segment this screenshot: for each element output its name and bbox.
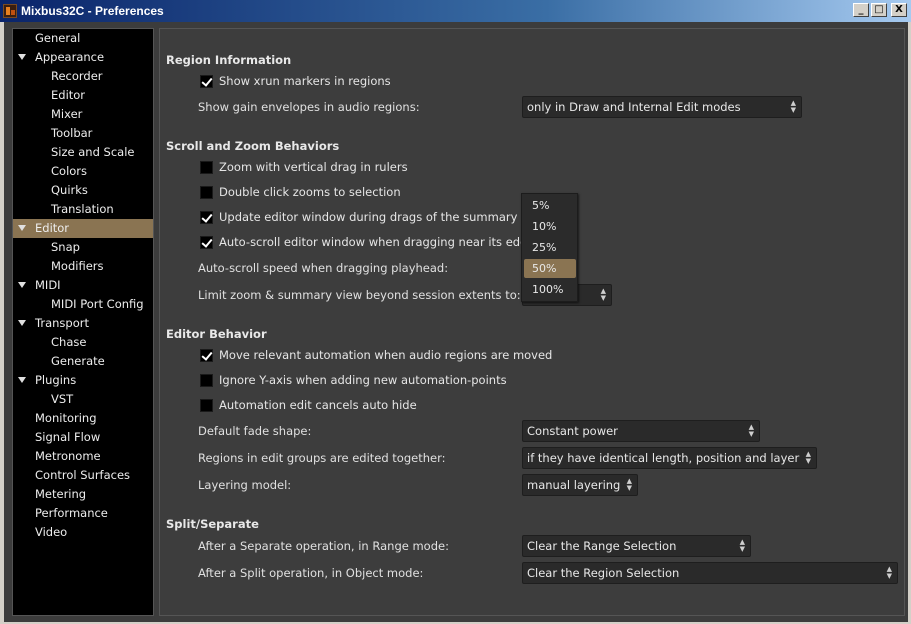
double-click-zoom-checkbox[interactable]: [200, 185, 213, 199]
show-xrun-checkbox[interactable]: [200, 74, 213, 88]
move-automation-checkbox[interactable]: [200, 348, 213, 362]
sidebar-item-editor[interactable]: Editor: [13, 219, 153, 238]
expand-arrow-icon[interactable]: [18, 377, 26, 383]
updown-arrows-icon: ▲ ▼: [790, 99, 796, 114]
auto-scroll-option[interactable]: Auto-scroll editor window when dragging …: [200, 234, 527, 250]
sidebar-item-quirks[interactable]: Quirks: [13, 181, 153, 200]
sidebar-item-plugins[interactable]: Plugins: [13, 371, 153, 390]
section-title-scroll-zoom: Scroll and Zoom Behaviors: [166, 139, 340, 153]
move-automation-option[interactable]: Move relevant automation when audio regi…: [200, 347, 552, 363]
window-title: Mixbus32C - Preferences: [21, 4, 164, 18]
speed-option-100[interactable]: 100%: [524, 280, 576, 299]
layering-select[interactable]: manual layering ▲ ▼: [522, 474, 638, 496]
section-title-split-separate: Split/Separate: [166, 517, 259, 531]
gain-envelopes-select[interactable]: only in Draw and Internal Edit modes ▲ ▼: [522, 96, 802, 118]
edit-groups-select[interactable]: if they have identical length, position …: [522, 447, 817, 469]
auto-scroll-checkbox[interactable]: [200, 235, 213, 249]
speed-option-5[interactable]: 5%: [524, 196, 576, 215]
sidebar-item-vst[interactable]: VST: [13, 390, 153, 409]
sidebar-item-generate[interactable]: Generate: [13, 352, 153, 371]
window-controls: _ □ X: [853, 3, 907, 17]
default-fade-select[interactable]: Constant power ▲ ▼: [522, 420, 760, 442]
sidebar-item-midi[interactable]: MIDI: [13, 276, 153, 295]
sidebar-item-midi-port-config[interactable]: MIDI Port Config: [13, 295, 153, 314]
sidebar-item-translation[interactable]: Translation: [13, 200, 153, 219]
sidebar-item-metering[interactable]: Metering: [13, 485, 153, 504]
zoom-vertical-drag-checkbox[interactable]: [200, 160, 213, 174]
split-object-select[interactable]: Clear the Region Selection ▲ ▼: [522, 562, 898, 584]
edit-groups-label: Regions in edit groups are edited togeth…: [198, 451, 446, 465]
updown-arrows-icon: ▲ ▼: [886, 565, 892, 580]
automation-edit-hide-checkbox[interactable]: [200, 398, 213, 412]
sidebar-item-signal-flow[interactable]: Signal Flow: [13, 428, 153, 447]
ignore-y-axis-checkbox[interactable]: [200, 373, 213, 387]
separate-range-label: After a Separate operation, in Range mod…: [198, 539, 449, 553]
sidebar-item-snap[interactable]: Snap: [13, 238, 153, 257]
section-title-region-information: Region Information: [166, 53, 292, 67]
limit-zoom-label: Limit zoom & summary view beyond session…: [198, 288, 521, 302]
ignore-y-axis-label: Ignore Y-axis when adding new automation…: [219, 373, 507, 387]
expand-arrow-icon[interactable]: [18, 320, 26, 326]
show-xrun-option[interactable]: Show xrun markers in regions: [200, 73, 391, 89]
sidebar-item-size-and-scale[interactable]: Size and Scale: [13, 143, 153, 162]
updown-arrows-icon: ▲ ▼: [626, 477, 632, 492]
speed-option-50[interactable]: 50%: [524, 259, 576, 278]
sidebar-item-general[interactable]: General: [13, 29, 153, 48]
automation-edit-hide-option[interactable]: Automation edit cancels auto hide: [200, 397, 417, 413]
double-click-zoom-label: Double click zooms to selection: [219, 185, 401, 199]
preferences-content: Region Information Show xrun markers in …: [159, 28, 905, 616]
sidebar-item-monitoring[interactable]: Monitoring: [13, 409, 153, 428]
maximize-button[interactable]: □: [871, 3, 887, 17]
updown-arrows-icon: ▲ ▼: [600, 287, 606, 302]
update-editor-checkbox[interactable]: [200, 210, 213, 224]
default-fade-label: Default fade shape:: [198, 424, 312, 438]
speed-option-25[interactable]: 25%: [524, 238, 576, 257]
separate-range-select[interactable]: Clear the Range Selection ▲ ▼: [522, 535, 751, 557]
sidebar-item-colors[interactable]: Colors: [13, 162, 153, 181]
show-xrun-label: Show xrun markers in regions: [219, 74, 391, 88]
auto-scroll-label: Auto-scroll editor window when dragging …: [219, 235, 528, 249]
section-title-editor-behavior: Editor Behavior: [166, 327, 267, 341]
sidebar-item-appearance[interactable]: Appearance: [13, 48, 153, 67]
sidebar-item-appearance-editor[interactable]: Editor: [13, 86, 153, 105]
sidebar-item-control-surfaces[interactable]: Control Surfaces: [13, 466, 153, 485]
expand-arrow-icon[interactable]: [18, 282, 26, 288]
sidebar-item-chase[interactable]: Chase: [13, 333, 153, 352]
move-automation-label: Move relevant automation when audio regi…: [219, 348, 553, 362]
updown-arrows-icon: ▲ ▼: [748, 423, 754, 438]
expand-arrow-icon[interactable]: [18, 225, 26, 231]
auto-scroll-speed-menu[interactable]: 5% 10% 25% 50% 100%: [521, 193, 578, 302]
title-bar[interactable]: Mixbus32C - Preferences _ □ X: [0, 0, 911, 22]
double-click-zoom-option[interactable]: Double click zooms to selection: [200, 184, 401, 200]
gain-envelopes-label: Show gain envelopes in audio regions:: [198, 100, 420, 114]
layering-label: Layering model:: [198, 478, 292, 492]
sidebar-item-mixer[interactable]: Mixer: [13, 105, 153, 124]
updown-arrows-icon: ▲ ▼: [739, 538, 745, 553]
split-object-label: After a Split operation, in Object mode:: [198, 566, 424, 580]
app-icon: [3, 4, 17, 18]
ignore-y-axis-option[interactable]: Ignore Y-axis when adding new automation…: [200, 372, 507, 388]
sidebar-item-transport[interactable]: Transport: [13, 314, 153, 333]
zoom-vertical-drag-option[interactable]: Zoom with vertical drag in rulers: [200, 159, 408, 175]
sidebar-item-modifiers[interactable]: Modifiers: [13, 257, 153, 276]
auto-scroll-speed-label: Auto-scroll speed when dragging playhead…: [198, 261, 449, 275]
speed-option-10[interactable]: 10%: [524, 217, 576, 236]
sidebar-item-video[interactable]: Video: [13, 523, 153, 542]
zoom-vertical-drag-label: Zoom with vertical drag in rulers: [219, 160, 408, 174]
close-button[interactable]: X: [891, 3, 907, 17]
sidebar-item-toolbar[interactable]: Toolbar: [13, 124, 153, 143]
update-editor-label: Update editor window during drags of the…: [219, 210, 518, 224]
automation-edit-hide-label: Automation edit cancels auto hide: [219, 398, 417, 412]
sidebar-item-metronome[interactable]: Metronome: [13, 447, 153, 466]
minimize-button[interactable]: _: [853, 3, 869, 17]
sidebar-item-recorder[interactable]: Recorder: [13, 67, 153, 86]
preferences-sidebar: General Appearance Recorder Editor Mixer…: [12, 28, 154, 616]
sidebar-item-performance[interactable]: Performance: [13, 504, 153, 523]
window-frame-left: [0, 22, 4, 624]
expand-arrow-icon[interactable]: [18, 54, 26, 60]
updown-arrows-icon: ▲ ▼: [805, 450, 811, 465]
update-editor-option[interactable]: Update editor window during drags of the…: [200, 209, 517, 225]
